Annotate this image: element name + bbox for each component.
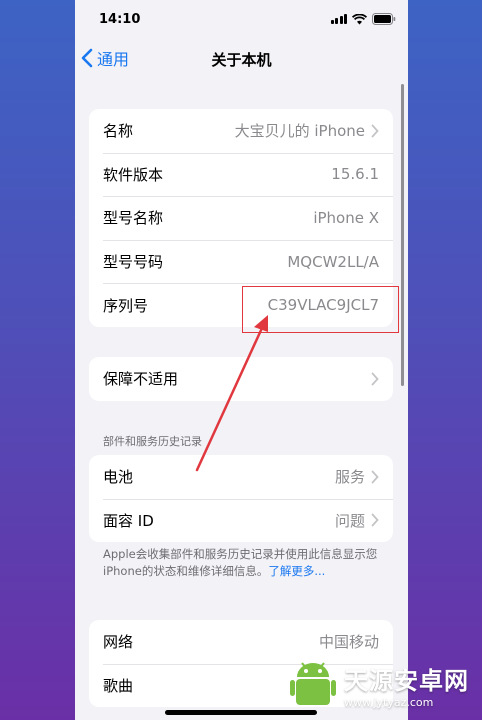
watermark-title: 天源安卓网	[344, 667, 469, 695]
watermark-url: www.jytyaz.com	[344, 696, 434, 709]
watermark-text: 天源安卓网 www.jytyaz.com	[344, 661, 469, 709]
android-logo-icon	[290, 662, 336, 705]
watermark: 天源安卓网 www.jytyaz.com	[288, 655, 478, 715]
annotation-arrow	[195, 315, 268, 472]
